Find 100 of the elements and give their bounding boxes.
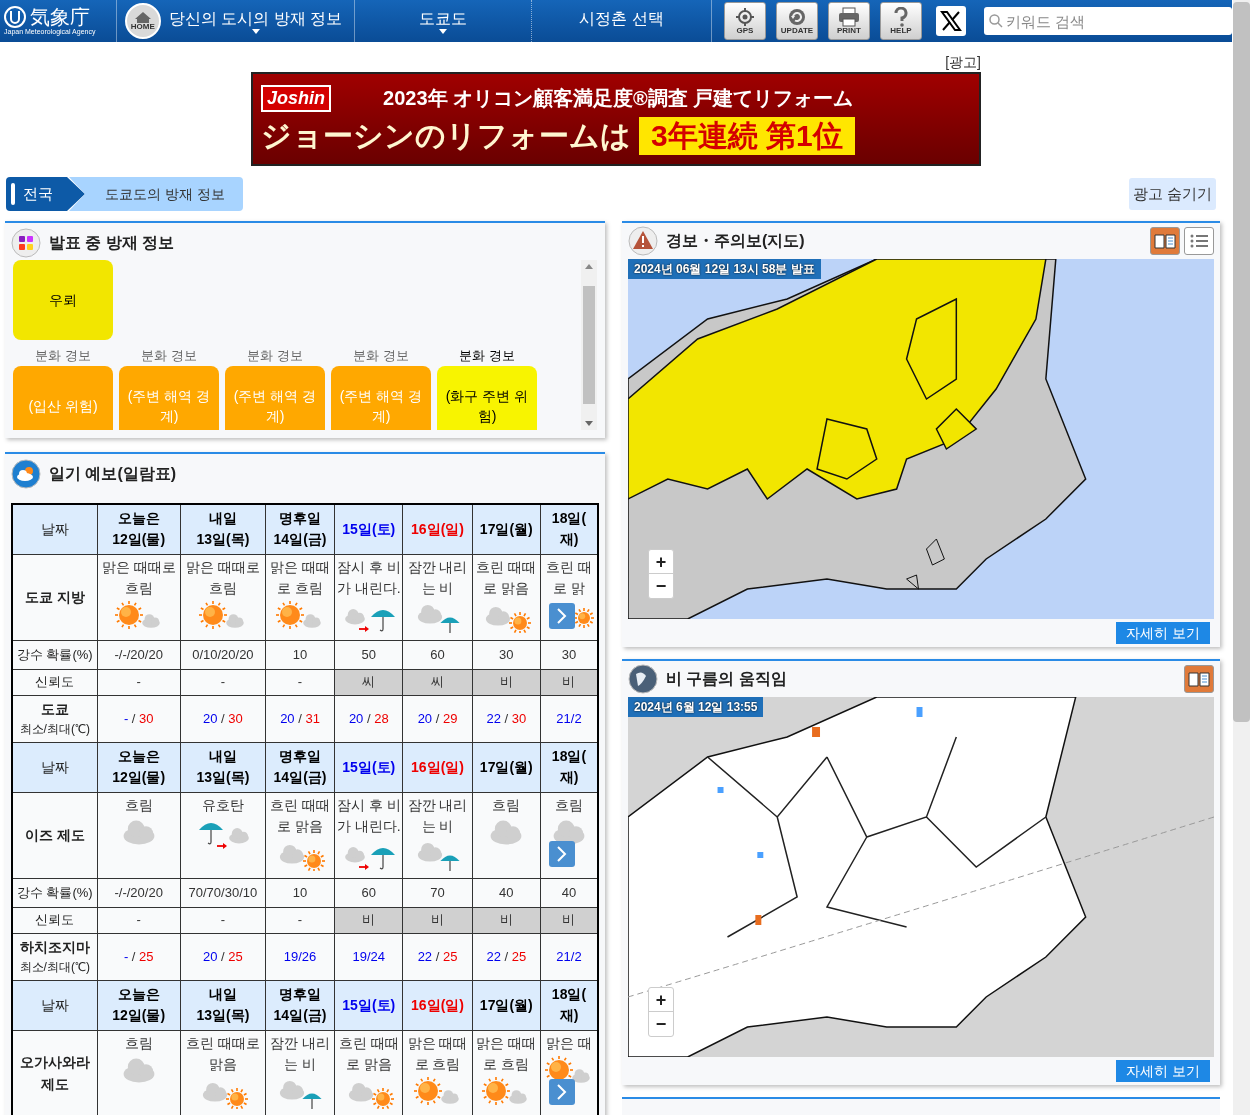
row-header: 날짜 [12,742,98,792]
table-cell: 비 [472,669,541,695]
crosshair-icon [735,7,755,27]
brand-logo: Joshin [261,85,331,112]
book-icon [1188,671,1210,687]
weather-text: 잠깐 내리는 비 [269,1033,331,1074]
x-logo-icon [940,10,962,32]
toolbar-button[interactable]: GPS [724,2,766,40]
day-header: 명후일 14일(금) [265,504,335,554]
weather-text: 맑은 때 [545,1033,593,1053]
hide-ad-button[interactable]: 광고 숨기기 [1128,178,1216,210]
ad-label: [광고] [945,53,981,72]
temperature-cell: 19/24 [334,933,403,980]
table-cell: 씨 [334,669,403,695]
temperature-cell: 20 / 25 [180,933,266,980]
day-header: 15일(토) [334,742,403,792]
chevron-right-icon [556,845,567,862]
timestamp-label: 2024년 6월 12일 13:55 [628,697,764,717]
logo-text: 気象庁 [30,6,90,27]
logo-mark-icon [4,5,26,28]
day-header: 내일 13일(목) [180,980,266,1030]
zoom-in-button[interactable]: + [649,988,673,1012]
scroll-down-icon[interactable] [585,421,593,426]
weather-text: 잠깐 내리는 비 [406,795,469,836]
search-field[interactable]: 키워드 검색 [984,7,1232,35]
weather-text: 맑은 때때로 흐림 [475,1033,538,1074]
weather-text: 흐린 때때로 맑음 [184,1033,261,1074]
day-header: 15일(토) [334,980,403,1030]
row-header: 날짜 [12,980,98,1030]
scrollbar[interactable] [581,260,597,430]
day-header: 16일(일) [402,504,473,554]
next-arrow-button[interactable] [548,602,575,629]
place-name: 도쿄 [39,699,70,719]
place-name: 하치조지마 [18,937,91,957]
ad-slogan: ジョーシンのリフォームは [261,118,631,155]
book-icon [1154,233,1176,249]
table-cell: - [265,669,335,695]
question-mark-icon [893,7,909,27]
ad-badge: 3年連続 第1位 [639,117,855,155]
table-cell: 씨 [402,669,473,695]
table-cell: 0/10/20/20 [180,640,266,669]
warning-tile[interactable]: (화구 주변 위험) [437,366,537,430]
more-button[interactable]: 자세히 보기 [1116,1060,1210,1082]
weather-text: 흐린 때때로 맑음 [269,795,331,836]
book-button[interactable] [1150,227,1180,255]
table-cell: 50 [334,640,403,669]
toolbar-button[interactable]: PRINT [828,2,870,40]
day-header: 16일(일) [402,980,473,1030]
toolbar-button[interactable]: HELP [880,2,922,40]
tile-caption: 분화 경보 [353,347,409,365]
zoom-out-button[interactable]: − [649,1012,673,1036]
table-cell: 10 [265,878,335,907]
page-scrollbar[interactable] [1233,0,1250,1115]
day-header: 17일(월) [472,742,541,792]
weather-text: 흐림 [123,1033,154,1053]
home-button[interactable]: HOME [124,3,161,39]
weather-text: 흐린 때때로 맑음 [475,557,538,598]
warning-tile[interactable]: 우뢰 [13,260,113,340]
panel-title: 일기 예보(일람표) [49,464,177,484]
nav-menu[interactable]: 당신의 도시의 방재 정보 [168,8,343,34]
day-header: 16일(일) [402,742,473,792]
sun-cloud-badge-icon [11,459,41,489]
ad-banner[interactable]: Joshin 2023年 オリコン顧客満足度®調査 戸建てリフォーム ジョーシンのリフォームは 3年連続 第1位 [251,72,981,166]
weather-text: 흐린 때때로 맑음 [337,1033,400,1074]
weather-text: 흐림 [123,795,154,815]
temperature-cell: 22 / 25 [472,933,541,980]
temperature-cell: 22 / 30 [472,695,541,742]
weather-text: 흐림 [553,795,584,815]
table-cell: - [97,669,181,695]
temperature-cell: 20 / 28 [334,695,403,742]
temperature-cell: - / 25 [97,933,181,980]
book-button[interactable] [1184,665,1214,693]
day-header: 명후일 14일(금) [265,742,335,792]
toolbar-button[interactable]: UPDATE [776,2,818,40]
nav-menu[interactable]: 시정촌 선택 [579,0,664,42]
weather-text: 유호탄 [200,795,245,815]
table-cell: 70 [402,878,473,907]
weather-text: 잠시 후 비가 내린다. [335,795,402,836]
table-cell: 60 [402,640,473,669]
next-arrow-button[interactable] [548,1078,575,1105]
table-cell: 비 [472,907,541,933]
printer-icon [838,7,860,27]
scroll-up-icon[interactable] [585,264,593,269]
list-button[interactable] [1184,227,1214,255]
row-header: 신뢰도 [12,669,98,695]
nav-menu[interactable]: 도쿄도 [418,0,467,42]
day-header: 17일(월) [472,504,541,554]
table-cell: 70/70/30/10 [180,878,266,907]
next-arrow-button[interactable] [548,840,575,867]
zoom-in-button[interactable]: + [649,550,673,574]
list-icon [1189,233,1209,249]
zoom-out-button[interactable]: − [649,574,673,598]
x-logo-button[interactable] [936,6,966,36]
table-cell: 40 [472,878,541,907]
day-header: 내일 13일(목) [180,504,266,554]
region-name: 이즈 제도 [12,792,98,878]
chevron-right-icon [556,607,567,624]
temperature-cell: 22 / 25 [402,933,473,980]
tile-caption: 분화 경보 [459,347,515,365]
more-button[interactable]: 자세히 보기 [1116,622,1210,644]
